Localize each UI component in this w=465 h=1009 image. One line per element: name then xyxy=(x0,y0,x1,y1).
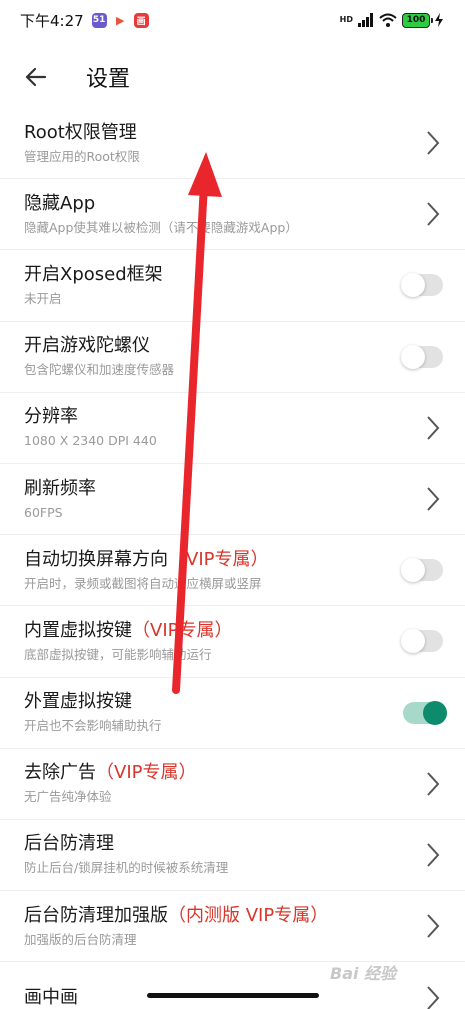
setting-subtitle: 包含陀螺仪和加速度传感器 xyxy=(24,362,175,378)
setting-external-virtual-keys: 外置虚拟按键 开启也不会影响辅助执行 xyxy=(0,678,465,749)
setting-title: 隐藏App xyxy=(24,192,96,214)
app-icon-flag: ▶ xyxy=(115,13,125,27)
charging-icon xyxy=(435,13,443,27)
network-hd-label: HD xyxy=(339,15,353,24)
chevron-right-icon xyxy=(423,199,443,229)
wifi-icon xyxy=(379,13,397,27)
setting-title: 去除广告（VIP专属） xyxy=(24,762,197,784)
setting-background-keepalive[interactable]: 后台防清理 防止后台/锁屏挂机的时候被系统清理 xyxy=(0,820,465,892)
setting-resolution[interactable]: 分辨率 1080 X 2340 DPI 440 xyxy=(0,393,465,464)
setting-subtitle: 无广告纯净体验 xyxy=(24,789,112,805)
auto-rotate-toggle[interactable] xyxy=(401,558,443,583)
chevron-right-icon xyxy=(423,769,443,799)
setting-title: 后台防清理 xyxy=(24,833,114,855)
setting-title: Root权限管理 xyxy=(24,121,137,143)
xposed-toggle[interactable] xyxy=(401,273,443,298)
setting-title: 自动切换屏幕方向（VIP专属） xyxy=(24,548,269,570)
chevron-right-icon xyxy=(423,484,443,514)
page-title: 设置 xyxy=(86,67,131,92)
setting-refresh-rate[interactable]: 刷新频率 60FPS xyxy=(0,464,465,536)
setting-title: 开启游戏陀螺仪 xyxy=(24,335,150,357)
setting-hide-app[interactable]: 隐藏App 隐藏App使其难以被检测（请不要隐藏游戏App） xyxy=(0,179,465,251)
setting-subtitle: 管理应用的Root权限 xyxy=(24,148,140,164)
app-icon-red: 画 xyxy=(133,12,149,28)
chevron-right-icon xyxy=(423,911,443,941)
battery-icon: 100 xyxy=(402,12,433,28)
status-time: 下午4:27 xyxy=(20,11,84,30)
setting-title: 刷新频率 xyxy=(24,477,96,499)
header: 设置 xyxy=(0,52,465,102)
chevron-right-icon xyxy=(423,840,443,870)
setting-xposed: 开启Xposed框架 未开启 xyxy=(0,250,465,322)
status-bar: 下午4:27 51 ▶ 画 HD 100 xyxy=(0,0,465,40)
setting-subtitle: 隐藏App使其难以被检测（请不要隐藏游戏App） xyxy=(24,219,298,235)
app-icon-51: 51 xyxy=(91,12,107,28)
setting-title: 开启Xposed框架 xyxy=(24,263,163,285)
back-button[interactable] xyxy=(18,59,54,95)
setting-subtitle: 开启时，录频或截图将自动适应横屏或竖屏 xyxy=(24,575,262,591)
setting-subtitle: 1080 X 2340 DPI 440 xyxy=(24,433,157,449)
settings-list: Root权限管理 管理应用的Root权限 隐藏App 隐藏App使其难以被检测（… xyxy=(0,108,465,1009)
setting-auto-rotate: 自动切换屏幕方向（VIP专属） 开启时，录频或截图将自动适应横屏或竖屏 xyxy=(0,535,465,607)
setting-subtitle: 加强版的后台防清理 xyxy=(24,931,137,947)
setting-title: 外置虚拟按键 xyxy=(24,691,132,713)
setting-root-permission[interactable]: Root权限管理 管理应用的Root权限 xyxy=(0,108,465,180)
setting-title: 内置虚拟按键（VIP专属） xyxy=(24,619,233,641)
external-virtual-keys-toggle[interactable] xyxy=(403,700,447,725)
status-indicators: HD 100 xyxy=(339,12,443,28)
signal-icon xyxy=(358,13,373,27)
setting-remove-ads[interactable]: 去除广告（VIP专属） 无广告纯净体验 xyxy=(0,749,465,820)
setting-subtitle: 底部虚拟按键，可能影响辅助运行 xyxy=(24,646,212,662)
chevron-right-icon xyxy=(423,413,443,443)
setting-title: 后台防清理加强版（内测版 VIP专属） xyxy=(24,904,329,926)
builtin-virtual-keys-toggle[interactable] xyxy=(401,629,443,654)
chevron-right-icon xyxy=(423,128,443,158)
setting-subtitle: 防止后台/锁屏挂机的时候被系统清理 xyxy=(24,860,229,876)
gyroscope-toggle[interactable] xyxy=(401,344,443,369)
setting-gyroscope: 开启游戏陀螺仪 包含陀螺仪和加速度传感器 xyxy=(0,322,465,393)
setting-subtitle: 60FPS xyxy=(24,504,63,520)
setting-builtin-virtual-keys: 内置虚拟按键（VIP专属） 底部虚拟按键，可能影响辅助运行 xyxy=(0,606,465,678)
setting-subtitle: 开启也不会影响辅助执行 xyxy=(24,718,162,734)
status-app-icons: 51 ▶ 画 xyxy=(91,12,149,28)
setting-background-keepalive-plus[interactable]: 后台防清理加强版（内测版 VIP专属） 加强版的后台防清理 xyxy=(0,891,465,963)
setting-subtitle: 未开启 xyxy=(24,290,62,306)
back-arrow-icon xyxy=(25,67,47,87)
watermark: Bai 经验 xyxy=(330,964,397,983)
home-indicator[interactable] xyxy=(147,993,319,998)
chevron-right-icon xyxy=(423,983,443,1009)
setting-title: 分辨率 xyxy=(24,406,78,428)
